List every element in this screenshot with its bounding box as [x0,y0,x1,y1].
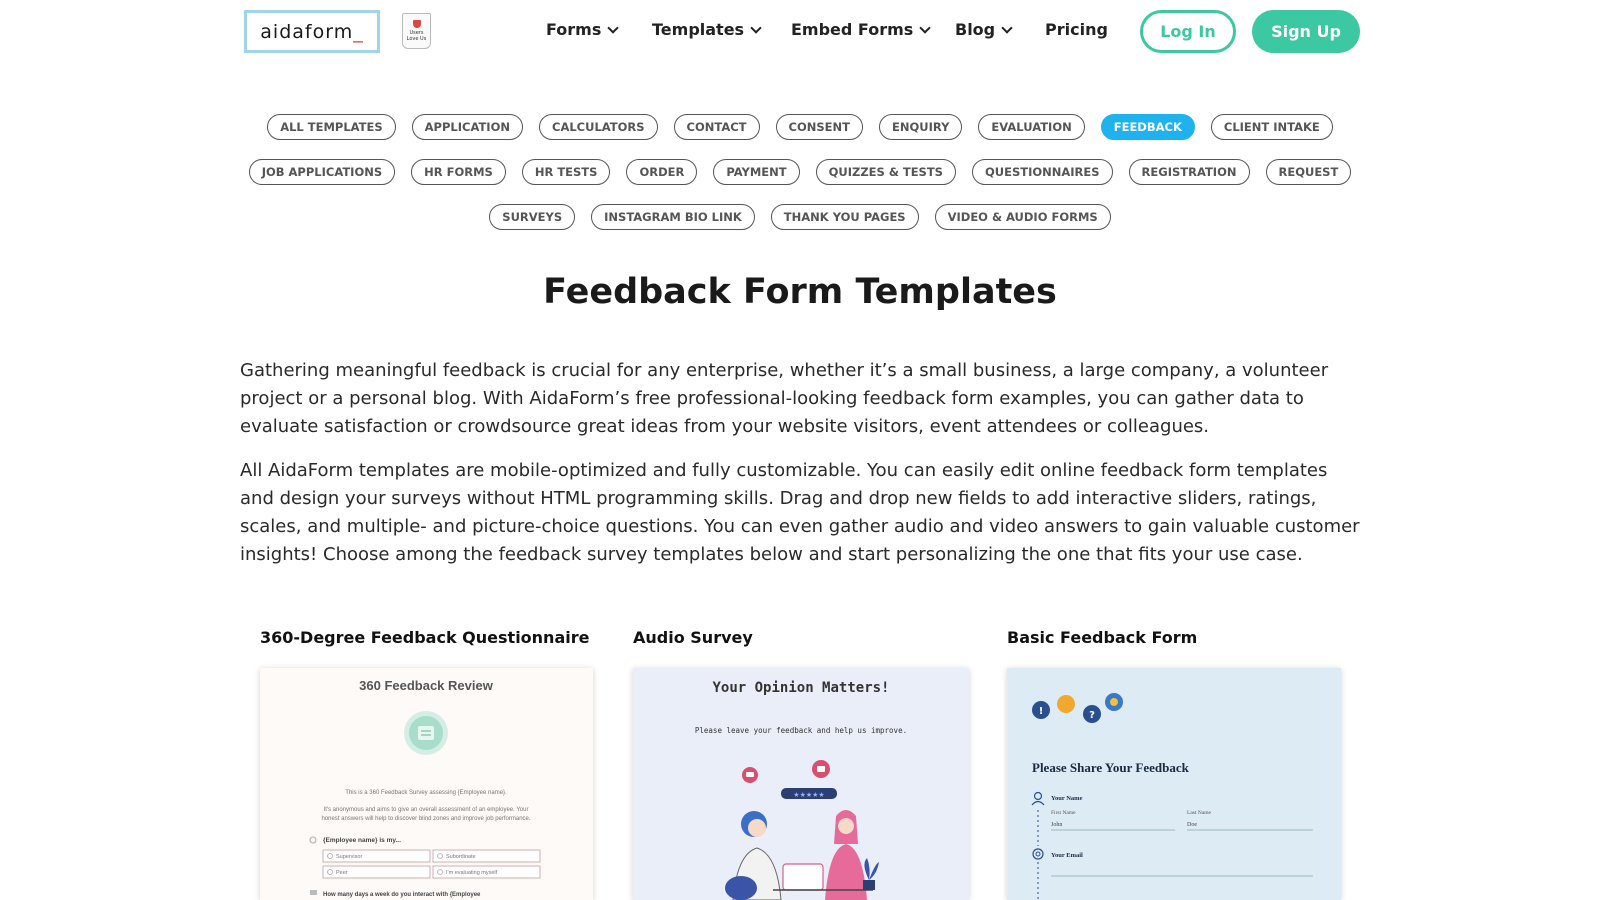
email-at-icon [1032,848,1044,860]
plant-icon [863,858,879,890]
preview-subtitle: Please leave your feedback and help us i… [695,726,907,735]
users-love-us-badge: Users Love Us [402,13,431,49]
template-card-audio-survey[interactable]: Your Opinion Matters! Please leave your … [633,668,969,900]
preview-body-1: It's anonymous and aims to give an overa… [324,807,529,813]
template-title-360[interactable]: 360-Degree Feedback Questionnaire [260,628,589,647]
nav-embed-forms-label: Embed Forms [791,20,914,39]
category-row-3: SURVEYS INSTAGRAM BIO LINK THANK YOU PAG… [0,204,1600,230]
nav-blog-label: Blog [955,20,996,39]
preview-heading: Please Share Your Feedback [1032,760,1190,775]
calendar-icon [310,890,317,895]
badge-line-2: Love Us [406,36,427,42]
location-icon [309,836,317,844]
chip-thank-you-pages[interactable]: THANK YOU PAGES [770,204,919,230]
chip-questionnaires[interactable]: QUESTIONNAIRES [971,159,1113,185]
woman-left-illustration [725,811,782,900]
preview-name-label: Your Name [1051,795,1083,802]
chevron-down-icon [607,21,620,34]
chip-client-intake[interactable]: CLIENT INTAKE [1210,114,1333,140]
signup-button[interactable]: Sign Up [1252,10,1360,53]
chip-consent[interactable]: CONSENT [775,114,863,140]
preview-option-supervisor: Supervisor [322,849,431,863]
aidaform-logo[interactable]: aidaform _ [244,10,380,53]
preview-last-label: Last Name [1187,810,1212,816]
feedback-icons-cluster: ! ? [1032,693,1123,723]
nav-pricing[interactable]: Pricing [1045,20,1108,39]
svg-text:★★★★★: ★★★★★ [793,791,824,799]
preview-question-2: How many days a week do you interact wit… [323,892,481,898]
chip-application[interactable]: APPLICATION [411,114,523,140]
svg-text:?: ? [1089,710,1095,721]
chip-calculators[interactable]: CALCULATORS [539,114,658,140]
chip-instagram-bio-link[interactable]: INSTAGRAM BIO LINK [591,204,755,230]
preview-first-value: John [1051,822,1062,828]
preview-intro: This is a 360 Feedback Survey assessing … [345,790,507,796]
preview-audio-survey: Your Opinion Matters! Please leave your … [695,680,907,900]
preview-360-feedback: 360 Feedback Review This is a 360 Feedba… [309,678,541,898]
badge-icon [404,711,448,755]
preview-question: {Employee name} is my... [323,837,401,844]
shield-icon [412,20,421,28]
svg-text:!: ! [1039,706,1044,717]
chevron-down-icon [1001,21,1013,34]
chip-all-templates[interactable]: ALL TEMPLATES [267,114,396,140]
preview-email-label: Your Email [1051,852,1083,859]
nav-blog[interactable]: Blog [955,20,1013,39]
chip-job-applications[interactable]: JOB APPLICATIONS [248,159,396,185]
template-card-360[interactable]: 360 Feedback Review This is a 360 Feedba… [260,668,593,900]
chip-hr-tests[interactable]: HR TESTS [521,159,611,185]
woman-right-illustration [825,810,867,900]
preview-basic-feedback: ! ? Please Share Your Feedback Your Name… [1031,693,1313,900]
chip-video-audio-forms[interactable]: VIDEO & AUDIO FORMS [934,204,1111,230]
chip-registration[interactable]: REGISTRATION [1128,159,1250,185]
category-row-2: JOB APPLICATIONS HR FORMS HR TESTS ORDER… [0,159,1600,185]
site-header: aidaform _ Users Love Us Forms Templates … [0,0,1600,64]
login-button[interactable]: Log In [1140,10,1236,53]
nav-forms[interactable]: Forms [546,20,620,39]
intro-paragraph-2: All AidaForm templates are mobile-optimi… [240,460,1360,565]
nav-templates[interactable]: Templates [652,20,762,39]
nav-templates-label: Templates [652,20,745,39]
template-title-audio-survey[interactable]: Audio Survey [633,628,753,647]
nav-embed-forms[interactable]: Embed Forms [791,20,931,39]
laptop-icon [782,863,824,891]
svg-text:Supervisor: Supervisor [336,854,362,860]
logo-underscore: _ [353,20,364,43]
preview-last-value: Doe [1187,822,1197,828]
svg-text:I'm evaluating myself: I'm evaluating myself [446,870,498,876]
svg-text:Peer: Peer [336,870,348,876]
chip-request[interactable]: REQUEST [1265,159,1352,185]
user-icon [1031,791,1045,806]
preview-first-label: First Name [1051,810,1076,816]
chip-order[interactable]: ORDER [626,159,698,185]
thumbs-down-bubble-icon [742,767,758,783]
intro-paragraph-1: Gathering meaningful feedback is crucial… [240,360,1329,437]
chevron-down-icon [919,21,931,34]
template-card-basic-feedback[interactable]: ! ? Please Share Your Feedback Your Name… [1007,668,1341,900]
preview-option-self: I'm evaluating myself [432,865,541,879]
preview-heading: 360 Feedback Review [359,678,494,693]
preview-heading: Your Opinion Matters! [712,680,889,696]
nav-forms-label: Forms [546,20,602,39]
chip-surveys[interactable]: SURVEYS [489,204,576,230]
rating-stars-bubble-icon: ★★★★★ [781,788,837,799]
logo-text: aidaform [260,20,354,43]
thumbs-up-bubble-icon [812,760,830,778]
page-title: Feedback Form Templates [543,272,1057,312]
category-row-1: ALL TEMPLATES APPLICATION CALCULATORS CO… [0,114,1600,140]
chip-contact[interactable]: CONTACT [673,114,760,140]
svg-text:Subordinate: Subordinate [446,854,476,860]
chip-quizzes-tests[interactable]: QUIZZES & TESTS [815,159,956,185]
chip-feedback[interactable]: FEEDBACK [1100,114,1195,140]
template-title-basic-feedback[interactable]: Basic Feedback Form [1007,628,1197,647]
preview-option-subordinate: Subordinate [432,849,541,863]
preview-body-2: honest answers will help to discover bli… [321,816,530,822]
chip-enquiry[interactable]: ENQUIRY [878,114,963,140]
chip-hr-forms[interactable]: HR FORMS [411,159,506,185]
preview-option-peer: Peer [322,865,431,879]
nav-pricing-label: Pricing [1045,20,1108,39]
chevron-down-icon [750,21,762,34]
chip-evaluation[interactable]: EVALUATION [978,114,1085,140]
chip-payment[interactable]: PAYMENT [713,159,800,185]
